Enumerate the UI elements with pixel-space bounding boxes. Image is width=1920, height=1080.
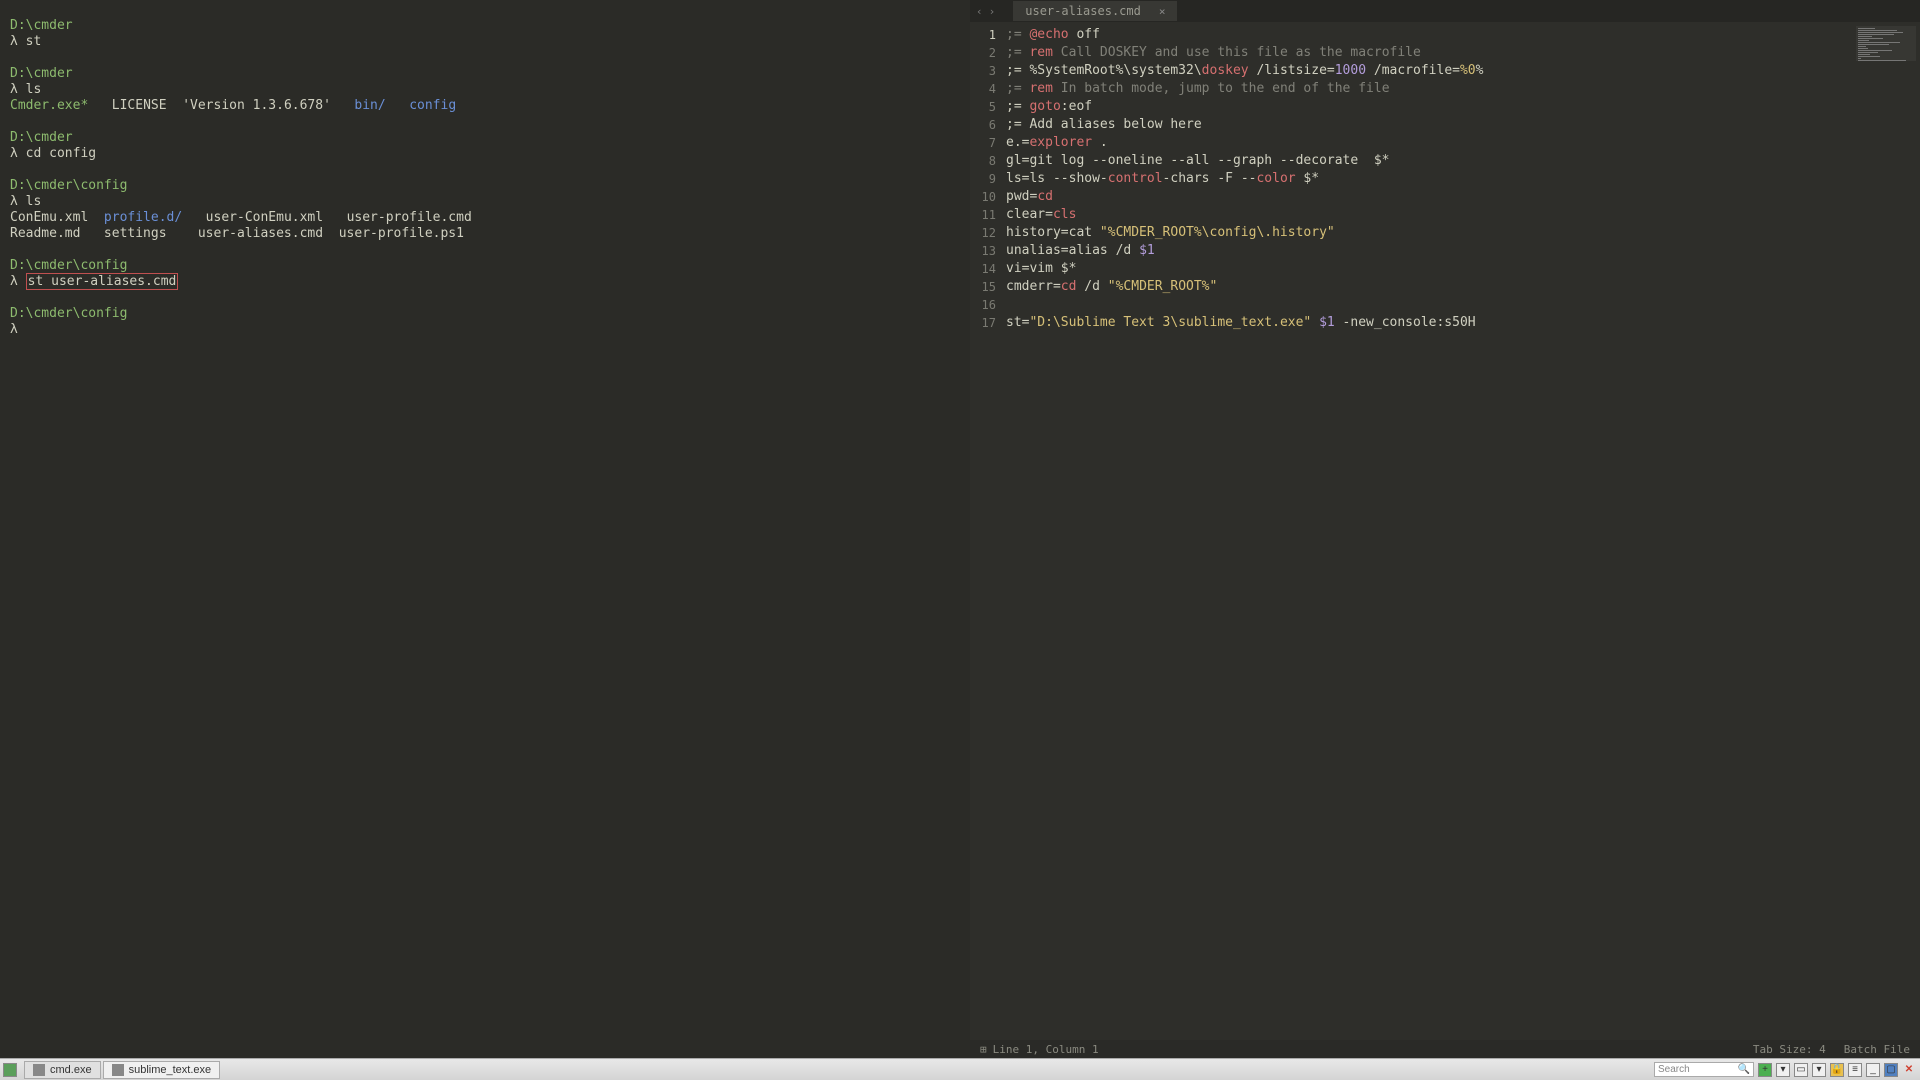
tray-close-icon[interactable]: ✕ — [1902, 1063, 1916, 1077]
app-icon — [33, 1064, 45, 1076]
switch-file-icon[interactable]: ⊞ — [980, 1043, 987, 1056]
taskbar-item[interactable]: sublime_text.exe — [103, 1061, 221, 1079]
task-label: cmd.exe — [50, 1064, 92, 1076]
editor-body: 1234567891011121314151617 ;= @echo off ;… — [970, 22, 1920, 1040]
task-label: sublime_text.exe — [129, 1064, 212, 1076]
code-area[interactable]: ;= @echo off ;= rem Call DOSKEY and use … — [1006, 22, 1920, 1040]
tray-split-dropdown-icon[interactable]: ▾ — [1812, 1063, 1826, 1077]
tray-dropdown-icon[interactable]: ▾ — [1776, 1063, 1790, 1077]
tray-maximize-icon[interactable]: ▢ — [1884, 1063, 1898, 1077]
editor-pane: ‹ › user-aliases.cmd × 12345678910111213… — [970, 0, 1920, 1058]
nav-forward-icon[interactable]: › — [989, 5, 996, 18]
taskbar-left: cmd.exe sublime_text.exe — [0, 1061, 220, 1079]
tray-split-icon[interactable]: ▭ — [1794, 1063, 1808, 1077]
file-tab[interactable]: user-aliases.cmd × — [1013, 1, 1177, 21]
search-icon: 🔍 — [1738, 1064, 1750, 1075]
editor-statusbar: ⊞ Line 1, Column 1 Tab Size: 4 Batch Fil… — [970, 1040, 1920, 1058]
app-icon — [112, 1064, 124, 1076]
tray-add-icon[interactable]: + — [1758, 1063, 1772, 1077]
taskbar: cmd.exe sublime_text.exe Search 🔍 + ▾ ▭ ▾… — [0, 1058, 1920, 1080]
status-syntax[interactable]: Batch File — [1844, 1043, 1910, 1056]
nav-back-icon[interactable]: ‹ — [976, 5, 983, 18]
close-icon[interactable]: × — [1159, 5, 1166, 18]
minimap[interactable] — [1856, 26, 1916, 61]
taskbar-item[interactable]: cmd.exe — [24, 1061, 101, 1079]
terminal-pane[interactable]: D:\cmder λ st D:\cmder λ ls Cmder.exe* L… — [0, 0, 970, 1058]
status-cursor: Line 1, Column 1 — [993, 1043, 1099, 1056]
tray-lock-icon[interactable]: 🔒 — [1830, 1063, 1844, 1077]
taskbar-search[interactable]: Search 🔍 — [1654, 1062, 1754, 1077]
tab-title: user-aliases.cmd — [1025, 4, 1141, 18]
main-area: D:\cmder λ st D:\cmder λ ls Cmder.exe* L… — [0, 0, 1920, 1058]
status-tabsize[interactable]: Tab Size: 4 — [1753, 1043, 1826, 1056]
tray-minimize-icon[interactable]: _ — [1866, 1063, 1880, 1077]
editor-tabbar: ‹ › user-aliases.cmd × — [970, 0, 1920, 22]
line-gutter: 1234567891011121314151617 — [970, 22, 1006, 1040]
taskbar-right: Search 🔍 + ▾ ▭ ▾ 🔒 ≡ _ ▢ ✕ — [1654, 1062, 1920, 1077]
tray-settings-icon[interactable]: ≡ — [1848, 1063, 1862, 1077]
nav-arrows: ‹ › — [976, 5, 995, 18]
search-placeholder: Search — [1658, 1064, 1690, 1075]
start-button[interactable] — [3, 1063, 17, 1077]
